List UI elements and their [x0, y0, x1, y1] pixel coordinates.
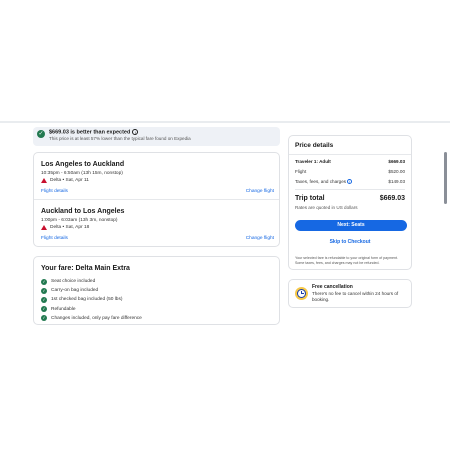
flight-price-value: $520.00 [388, 169, 405, 174]
flight-times: 10:35pm - 6:50am (13h 15m, nonstop) [41, 171, 123, 176]
trip-total-label: Trip total [295, 195, 325, 202]
list-item: ✓ Carry-on bag included [41, 287, 99, 294]
flight-airline-date: Delta • Sat, Apr 18 [50, 225, 90, 230]
traveler-label: Traveler 1: Adult [295, 159, 331, 164]
flight-leg-return: Auckland to Los Angeles 1:00pm - 6:03am … [41, 207, 274, 241]
divider [295, 189, 405, 190]
rates-note: Rates are quoted in US dollars [295, 205, 358, 210]
check-icon: ✓ [41, 278, 47, 285]
free-cancellation-card: Free cancellation There's no fee to canc… [288, 279, 412, 308]
price-details-card: Price details Traveler 1: Adult $669.03 … [288, 135, 412, 270]
fare-title: Your fare: Delta Main Extra [41, 265, 130, 272]
flight-route: Los Angeles to Auckland [41, 161, 125, 168]
trip-total-row: Trip total $669.03 [295, 194, 405, 203]
scrollbar[interactable] [444, 152, 447, 204]
check-icon: ✓ [41, 315, 47, 322]
taxes-label: Taxes, fees, and charges [295, 179, 347, 184]
top-divider [0, 121, 450, 123]
price-insight-title: $669.03 is better than expected i [49, 129, 191, 136]
flight-details-link[interactable]: Flight details [41, 189, 68, 194]
flight-airline: Delta • Sat, Apr 11 [41, 177, 274, 184]
skip-to-checkout-link[interactable]: Skip to Checkout [289, 239, 411, 245]
change-flight-link[interactable]: Change flight [246, 236, 274, 241]
cancellation-text: There's no fee to cancel within 24 hours… [312, 291, 399, 302]
flight-price-row: Flight $520.00 [295, 169, 405, 175]
leg-divider [34, 199, 279, 200]
check-circle-icon: ✓ [37, 130, 45, 138]
price-insight-banner: ✓ $669.03 is better than expected i This … [33, 127, 280, 146]
list-item: ✓ Refundable [41, 306, 76, 313]
fare-features-list: ✓ Seat choice included ✓ Carry-on bag incl… [41, 277, 142, 323]
taxes-value: $149.03 [388, 179, 405, 184]
cancellation-title: Free cancellation [312, 284, 353, 290]
list-item: ✓ Seat choice included [41, 278, 96, 285]
next-seats-button[interactable]: Next: Seats [295, 220, 407, 231]
trip-total-value: $669.03 [379, 195, 405, 202]
refund-note: Your selected fare is refundable to your… [295, 256, 398, 265]
clock-icon [295, 287, 308, 300]
flight-airline: Delta • Sat, Apr 18 [41, 224, 274, 231]
traveler-value: $669.03 [388, 159, 405, 164]
taxes-row: Taxes, fees, and charges i $149.03 [295, 179, 405, 185]
delta-logo-icon [41, 178, 47, 183]
change-flight-link[interactable]: Change flight [246, 189, 274, 194]
price-insight-subtitle: This price is at least 57% lower than th… [49, 136, 191, 142]
traveler-row: Traveler 1: Adult $669.03 [295, 159, 405, 165]
flight-details-link[interactable]: Flight details [41, 236, 68, 241]
flight-route: Auckland to Los Angeles [41, 208, 125, 215]
list-item: ✓ 1st checked bag included (50 lbs) [41, 296, 123, 303]
check-icon: ✓ [41, 287, 47, 294]
fare-card: Your fare: Delta Main Extra ✓ Seat choice… [33, 256, 280, 325]
flight-times: 1:00pm - 6:03am (13h 3m, nonstop) [41, 218, 118, 223]
delta-logo-icon [41, 225, 47, 230]
flights-summary-card: Los Angeles to Auckland 10:35pm - 6:50am… [33, 152, 280, 247]
flight-airline-date: Delta • Sat, Apr 11 [50, 178, 89, 183]
check-icon: ✓ [41, 306, 47, 313]
flight-price-label: Flight [295, 169, 307, 174]
check-icon: ✓ [41, 296, 47, 303]
list-item: ✓ Changes included, only pay fare differe… [41, 315, 142, 322]
flight-leg-outbound: Los Angeles to Auckland 10:35pm - 6:50am… [41, 160, 274, 194]
info-icon[interactable]: i [132, 129, 139, 135]
price-details-title: Price details [295, 142, 334, 149]
info-icon[interactable]: i [347, 179, 353, 184]
divider [289, 154, 411, 155]
